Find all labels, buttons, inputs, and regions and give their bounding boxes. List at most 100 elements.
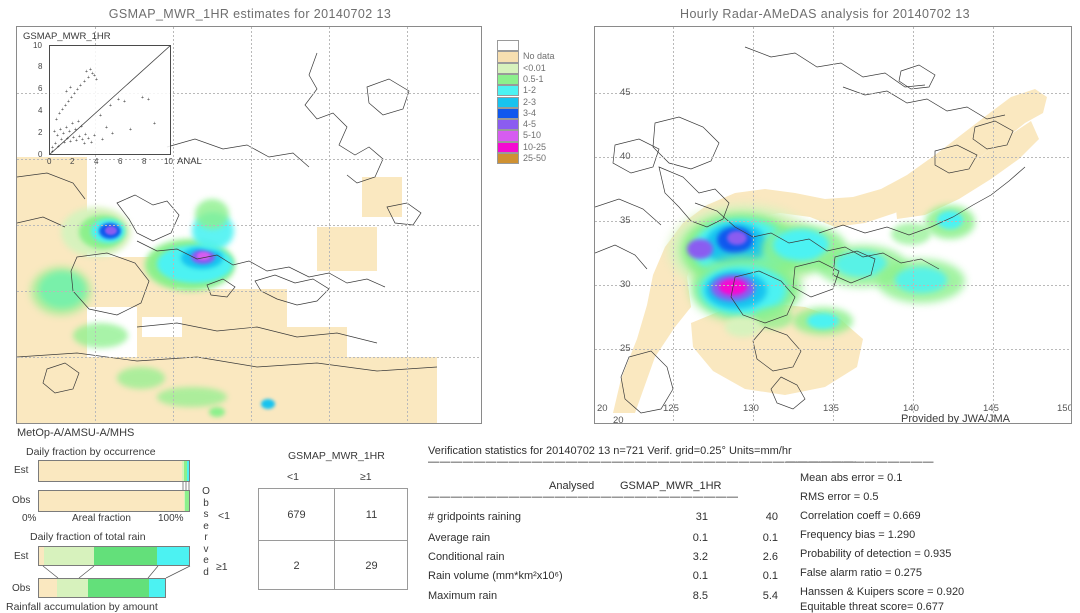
legend-label-no-data: No data <box>523 51 555 62</box>
legend-swatch-lt001 <box>497 62 519 74</box>
svg-text:+: + <box>68 129 71 135</box>
bar-segment <box>148 579 165 597</box>
verification-row-estimate: 5.4 <box>762 590 778 602</box>
scatter-y-tick: 2 <box>38 128 43 137</box>
scatter-x-tick: 2 <box>70 157 75 166</box>
svg-text:+: + <box>93 133 96 139</box>
verification-row-analysed: 3.2 <box>692 551 708 563</box>
verification-row-analysed: 31 <box>695 511 708 523</box>
right-map-y-tick: 30 <box>620 279 631 290</box>
contingency-col-header-lt1: <1 <box>287 471 299 483</box>
svg-text:+: + <box>79 83 82 89</box>
svg-text:+: + <box>123 99 126 105</box>
verification-row-estimate: 0.1 <box>762 570 778 582</box>
legend-swatch-10-25 <box>497 141 519 153</box>
legend-label-1-2: 1-2 <box>523 85 537 96</box>
bar-segment <box>39 579 57 597</box>
amount-est-label: Est <box>14 551 29 562</box>
right-map-y-tick: 25 <box>620 343 631 354</box>
verification-row-label: Maximum rain <box>428 590 498 602</box>
verification-row-label: Conditional rain <box>428 551 505 563</box>
verification-score: RMS error = 0.5 <box>800 491 879 503</box>
verification-score: Equitable threat score= 0.677 <box>800 601 945 613</box>
verification-score: Hanssen & Kuipers score = 0.920 <box>800 586 965 598</box>
verification-score: Correlation coeff = 0.669 <box>800 510 921 522</box>
bar-segment <box>56 579 89 597</box>
contingency-side-label: Observed <box>202 486 210 578</box>
contingency-row-header-lt1: <1 <box>218 510 230 522</box>
bar-segment <box>39 491 184 511</box>
svg-text:+: + <box>87 75 90 81</box>
right-map-gridline <box>595 285 1071 286</box>
occurrence-obs-label: Obs <box>12 495 31 506</box>
legend-swatch-25-50 <box>497 153 519 165</box>
scatter-x-axis-label: ANAL <box>177 156 202 167</box>
bar-segment <box>93 547 157 565</box>
amount-obs-label: Obs <box>12 583 31 594</box>
svg-text:+: + <box>90 140 93 146</box>
occurrence-obs-bar <box>38 490 190 512</box>
svg-text:+: + <box>55 117 58 123</box>
svg-text:+: + <box>57 144 60 150</box>
svg-text:+: + <box>89 67 92 73</box>
right-map-gridline <box>595 349 1071 350</box>
right-map-x-tick: 125 <box>663 403 679 414</box>
occurrence-est-label: Est <box>14 465 29 476</box>
contingency-col-header-ge1: ≥1 <box>360 471 372 483</box>
verification-scores-rule: ——————— <box>786 456 856 468</box>
amount-est-bar <box>38 546 190 566</box>
scatter-y-tick: 6 <box>38 84 43 93</box>
svg-text:+: + <box>109 103 112 109</box>
verification-subhead-rule: ——————————————————————————— <box>428 491 739 503</box>
legend-swatch-1-2 <box>497 85 519 97</box>
verification-score: Frequency bias = 1.290 <box>800 529 916 541</box>
occurrence-connectors <box>182 482 190 490</box>
svg-text:+: + <box>53 129 56 135</box>
scatter-x-tick: 4 <box>94 157 99 166</box>
left-map-title: GSMAP_MWR_1HR estimates for 20140702 13 <box>108 7 392 21</box>
verification-row-estimate: 2.6 <box>762 551 778 563</box>
scatter-y-tick: 10 <box>33 41 42 50</box>
scatter-y-tick: 4 <box>38 106 43 115</box>
legend-swatch-05-1 <box>497 73 519 86</box>
right-map-y-tick: 35 <box>620 215 631 226</box>
right-map-gridline <box>993 27 994 423</box>
right-map-x-tick: 130 <box>743 403 759 414</box>
scatter-y-tick: 0 <box>38 150 43 159</box>
svg-text:+: + <box>101 137 104 143</box>
legend-swatch-3-4 <box>497 107 519 120</box>
legend-swatch-2-3 <box>497 96 519 108</box>
right-map-y-tick: 45 <box>620 87 631 98</box>
legend-swatch-no-data <box>497 51 519 63</box>
verification-row-estimate: 0.1 <box>762 532 778 544</box>
svg-text:+: + <box>117 97 120 103</box>
svg-text:+: + <box>83 141 86 147</box>
scatter-y-tick: 8 <box>38 62 43 71</box>
svg-text:+: + <box>105 125 108 131</box>
svg-text:+: + <box>74 127 77 133</box>
contingency-cell-false-alarm: 11 <box>365 508 378 521</box>
right-map-credit: Provided by JWA/JMA <box>901 413 1011 424</box>
svg-text:+: + <box>80 124 83 130</box>
legend-label-10-25: 10-25 <box>523 141 547 152</box>
legend-label-2-3: 2-3 <box>523 96 537 107</box>
occurrence-axis-left: 0% <box>22 513 37 524</box>
occurrence-axis-center: Areal fraction <box>72 513 131 524</box>
svg-text:+: + <box>129 127 132 133</box>
contingency-cell-miss: 2 <box>293 559 300 572</box>
precipitation-legend: No data <0.01 0.5-1 1-2 2-3 3-4 4-5 5-10… <box>497 40 577 180</box>
amount-obs-bar <box>38 578 166 598</box>
verification-row-label: # gridpoints raining <box>428 511 521 523</box>
legend-label-lt001: <0.01 <box>523 62 546 73</box>
verification-score: Mean abs error = 0.1 <box>800 472 903 484</box>
bar-segment <box>39 461 183 481</box>
right-map-x-tick: 150 <box>1057 403 1072 414</box>
amount-panel-footer: Rainfall accumulation by amount <box>6 601 158 613</box>
svg-text:+: + <box>95 77 98 83</box>
right-map-title: Hourly Radar-AMeDAS analysis for 2014070… <box>680 7 970 21</box>
contingency-cell-hit-none: 679 <box>287 508 306 521</box>
svg-text:+: + <box>83 79 86 85</box>
right-map-frame: 45 40 35 30 25 20 20 120 125 130 135 140… <box>594 26 1072 424</box>
verification-row-estimate: 40 <box>765 511 778 523</box>
bar-segment <box>185 491 189 511</box>
